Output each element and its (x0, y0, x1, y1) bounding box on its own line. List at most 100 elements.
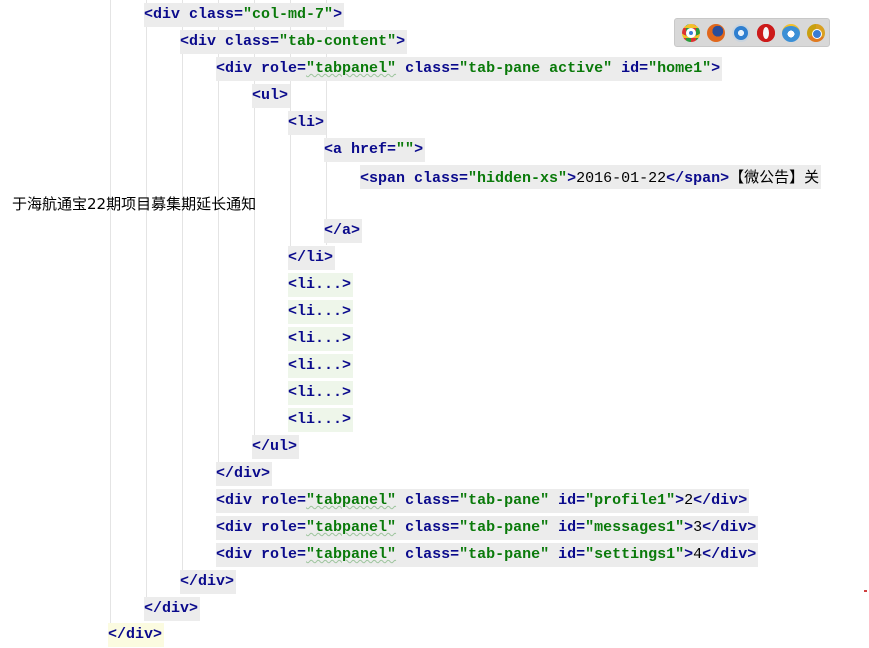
tag-name: ul (270, 438, 289, 455)
tag-name: li... (297, 276, 343, 293)
bracket: < (288, 411, 298, 428)
code-line: <div role="tabpanel" class="tab-pane" id… (0, 514, 869, 541)
text-content: 2 (684, 492, 694, 509)
tag-name: div (225, 519, 253, 536)
bracket: > (315, 114, 325, 131)
bracket: </ (693, 492, 712, 509)
attr-value: "" (396, 141, 415, 158)
attr-name: role= (252, 492, 307, 509)
bracket: </ (108, 626, 127, 643)
bracket: > (567, 170, 577, 187)
tag-chunk: <a href=""> (324, 138, 426, 162)
code-line: <span class="hidden-xs">2016-01-22</span… (0, 163, 869, 190)
attr-name: href= (342, 141, 397, 158)
bracket: </ (216, 465, 235, 482)
code-line: <li...> (0, 352, 869, 379)
bracket: < (216, 519, 226, 536)
bracket: < (180, 33, 190, 50)
collapsed-block[interactable]: <li...> (288, 354, 354, 378)
bracket: < (288, 384, 298, 401)
tag-chunk: </a> (324, 219, 363, 243)
opera-icon[interactable] (757, 24, 775, 42)
code-line: <a href=""> (0, 136, 869, 163)
tag-name: li (297, 114, 316, 131)
bracket: </ (702, 546, 721, 563)
tag-name: a (342, 222, 352, 239)
code-line: </li> (0, 244, 869, 271)
code-line: <div role="tabpanel" class="tab-pane" id… (0, 487, 869, 514)
tag-name: a (333, 141, 343, 158)
attr-value: "tab-pane" (459, 546, 550, 563)
tag-name: li... (297, 303, 343, 320)
bracket: > (342, 303, 352, 320)
tag-name: ul (261, 87, 280, 104)
attr-value: "hidden-xs" (468, 170, 568, 187)
attr-name: id= (549, 519, 586, 536)
tag-name: div (225, 546, 253, 563)
attr-value: "tabpanel" (306, 60, 397, 77)
tag-name: span (369, 170, 406, 187)
attr-value: "home1" (648, 60, 712, 77)
attr-name: class= (180, 6, 244, 23)
bracket: > (738, 492, 748, 509)
bracket: > (153, 626, 163, 643)
tag-chunk: </ul> (252, 435, 300, 459)
bracket: </ (666, 170, 685, 187)
collapsed-block[interactable]: <li...> (288, 408, 354, 432)
attr-value: "tabpanel" (306, 492, 397, 509)
edit-marker (864, 590, 867, 592)
attr-value: "col-md-7" (243, 6, 334, 23)
opera-inner (763, 27, 769, 39)
bracket: < (288, 114, 298, 131)
bracket: </ (702, 519, 721, 536)
chrome-icon[interactable] (682, 24, 700, 42)
code-line: 于海航通宝22期项目募集期延长通知 (0, 190, 869, 217)
collapsed-block[interactable]: <li...> (288, 273, 354, 297)
bracket: > (342, 384, 352, 401)
bracket: > (747, 519, 757, 536)
text-content: 于海航通宝22期项目募集期延长通知 (12, 195, 257, 213)
code-line: </ul> (0, 433, 869, 460)
collapsed-block[interactable]: <li...> (288, 381, 354, 405)
collapsed-block[interactable]: <li...> (288, 300, 354, 324)
firefox-icon[interactable] (707, 24, 725, 42)
bracket: > (396, 33, 406, 50)
tag-name: span (684, 170, 721, 187)
tag-chunk: </div> (216, 462, 273, 486)
bracket: > (675, 492, 685, 509)
code-line: <li...> (0, 298, 869, 325)
bracket: > (288, 438, 298, 455)
attr-name: role= (252, 546, 307, 563)
collapsed-block[interactable]: <li...> (288, 327, 354, 351)
attr-value: "tab-pane" (459, 519, 550, 536)
attr-name: class= (405, 170, 469, 187)
tag-chunk: <div role="tabpanel" class="tab-pane act… (216, 57, 723, 81)
tag-name: li... (297, 330, 343, 347)
tag-chunk: <ul> (252, 84, 291, 108)
code-line: </a> (0, 217, 869, 244)
tag-name: div (153, 6, 181, 23)
tag-name: div (225, 60, 253, 77)
bracket: > (261, 465, 271, 482)
bracket: < (216, 492, 226, 509)
bracket: </ (288, 249, 307, 266)
text-content: 3 (693, 519, 703, 536)
attr-value: "tab-pane active" (459, 60, 613, 77)
tag-name: li (306, 249, 325, 266)
bracket: > (414, 141, 424, 158)
attr-value: "tab-content" (279, 33, 397, 50)
bracket: > (225, 573, 235, 590)
bracket: < (288, 303, 298, 320)
bracket: </ (180, 573, 199, 590)
attr-name: role= (252, 519, 307, 536)
internet-explorer-icon[interactable] (782, 24, 800, 42)
tag-chunk: <span class="hidden-xs">2016-01-22</span… (360, 165, 822, 189)
bracket: < (288, 276, 298, 293)
tag-chunk: <div role="tabpanel" class="tab-pane" id… (216, 489, 750, 513)
tag-name: div (162, 600, 190, 617)
text-content: 2016-01-22 (576, 170, 667, 187)
safari-icon[interactable] (732, 24, 750, 42)
tag-chunk: <div class="tab-content"> (180, 30, 408, 54)
chrome-canary-icon[interactable] (807, 24, 825, 42)
bracket: < (324, 141, 334, 158)
